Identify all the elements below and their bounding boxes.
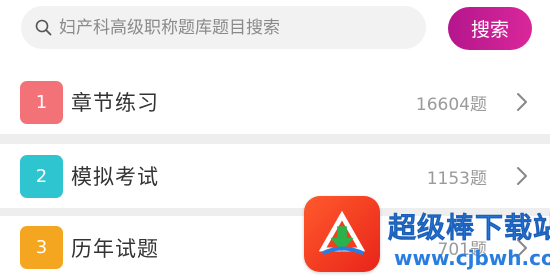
row-number-badge: 2	[20, 154, 63, 198]
list-item-chapter-practice[interactable]: 1 章节练习 16604题	[0, 70, 550, 134]
search-button[interactable]: 搜索	[448, 7, 532, 50]
chevron-right-icon	[515, 166, 529, 186]
row-title: 模拟考试	[71, 165, 159, 189]
watermark-logo-icon	[304, 196, 380, 272]
search-bar[interactable]	[21, 6, 426, 49]
watermark-title: 超级棒下载站	[388, 211, 550, 245]
row-number-badge: 3	[20, 226, 63, 269]
watermark: 超级棒下载站 www.cjbwh.com	[304, 196, 550, 279]
watermark-url: www.cjbwh.com	[394, 246, 550, 270]
search-icon	[35, 19, 52, 36]
row-title: 历年试题	[71, 236, 159, 261]
search-input[interactable]	[59, 17, 426, 38]
row-count: 1153题	[426, 168, 487, 189]
chevron-right-icon	[515, 92, 529, 112]
row-title: 章节练习	[71, 91, 159, 115]
row-number-badge: 1	[20, 80, 63, 124]
row-count: 16604题	[415, 94, 487, 115]
divider	[0, 134, 550, 144]
